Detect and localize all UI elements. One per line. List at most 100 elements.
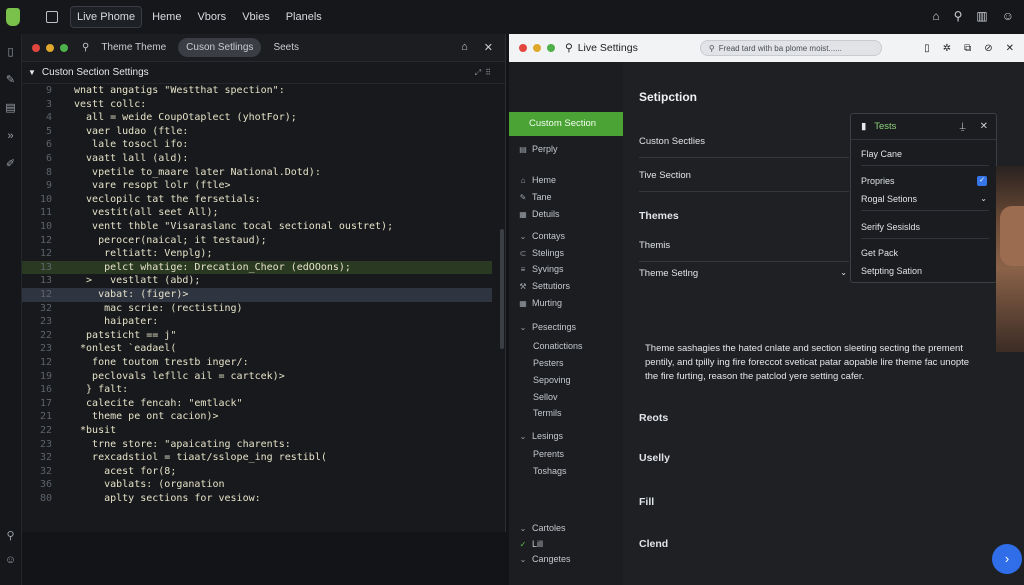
grid-icon[interactable]: ⠿ [485, 68, 495, 77]
code-line[interactable]: 19 peclovals lefllc ail = cartcek)> [22, 370, 492, 384]
code-line[interactable]: 23 *onlest `eadael( [22, 342, 492, 356]
chevron-down-icon[interactable]: ⌄ [840, 268, 847, 277]
sidebar-item[interactable]: Termils [533, 408, 562, 418]
sidebar-item[interactable]: ⌄ Lesings [519, 431, 563, 441]
top-tab-0[interactable]: Live Phome [70, 6, 143, 28]
store-icon[interactable]: ▤ [4, 102, 17, 115]
sidebar-item[interactable]: ≡ Syvings [519, 264, 564, 274]
close-dot-icon[interactable] [32, 43, 40, 52]
sidebar-item[interactable]: ✓ Lill [519, 539, 543, 549]
user-icon[interactable]: ☺ [1002, 9, 1014, 23]
sidebar-item[interactable]: ▦ Murting [519, 298, 562, 308]
top-tab-4[interactable]: Planels [280, 7, 328, 27]
code-line[interactable]: 32 rexcadstiol = tiaat/sslope_ing restib… [22, 451, 492, 465]
search-icon[interactable]: ⚲ [954, 9, 963, 23]
code-line[interactable]: 9 wnatt angatigs "Westthat spection": [22, 84, 492, 98]
code-line[interactable]: 10 veclopilc tat the fersetials: [22, 193, 492, 207]
code-line[interactable]: 4 all = weide CoupOtaplect (yhotFor); [22, 111, 492, 125]
sidebar-item[interactable]: Sepoving [533, 375, 571, 385]
code-line[interactable]: 9 vare resopt lolr (ftle> [22, 179, 492, 193]
code-line[interactable]: 21 theme pe ont cacion)> [22, 410, 492, 424]
sidebar-item[interactable]: Sellov [533, 392, 558, 402]
sidebar-item[interactable]: ⌂ Heme [519, 175, 556, 185]
code-line[interactable]: 13 pelct whatige: Drecation_Cheor (edOOo… [22, 260, 492, 275]
trash-icon[interactable]: ▥ [976, 9, 987, 23]
maximize-dot-icon[interactable] [60, 43, 68, 52]
sidebar-item-active[interactable]: Custom Section [509, 112, 623, 136]
code-line[interactable]: 5 vaer ludao (ftle: [22, 125, 492, 139]
code-line[interactable]: 13 > vestlatt (abd); [22, 274, 492, 288]
setting-row-3[interactable]: Themis [639, 240, 849, 262]
sidebar-item[interactable]: Conatictions [533, 341, 583, 351]
pin-icon[interactable]: ✎ [4, 74, 17, 87]
sidebar-item[interactable]: Toshags [533, 466, 567, 476]
popup-item-2[interactable]: Rogal Setions ⌄ [861, 194, 989, 211]
maximize-dot-icon[interactable] [547, 44, 555, 52]
sidebar-item[interactable]: ▤ Perply [519, 144, 557, 154]
code-line[interactable]: 23 trne store: "apaicating charents: [22, 438, 492, 452]
code-line[interactable]: 10 ventt thble "Visaraslanc tocal sectio… [22, 220, 492, 234]
code-line[interactable]: 80 aplty sections for vesiow: [22, 492, 492, 506]
link-icon[interactable]: ⊘ [984, 43, 992, 54]
setting-row-0[interactable]: Custon Sectlies [639, 136, 849, 158]
forward-icon[interactable]: » [4, 130, 17, 143]
search-icon[interactable]: ⚲ [82, 42, 89, 53]
pen-icon[interactable]: ✐ [4, 158, 17, 171]
lower-row-1[interactable]: Uselly [639, 452, 849, 464]
scrollbar[interactable] [500, 229, 504, 349]
copy-icon[interactable]: ⧉ [964, 43, 971, 54]
caret-down-icon[interactable]: ▼ [28, 68, 36, 77]
code-line[interactable]: 6 lale tosocl ifo: [22, 138, 492, 152]
expand-icon[interactable]: ⤢ [475, 68, 485, 77]
live-search-input[interactable]: ⚲ Fread tard with ba plome moist...... [699, 40, 882, 56]
lower-row-0[interactable]: Reots [639, 412, 849, 424]
top-tab-1[interactable]: Heme [146, 7, 187, 27]
code-line[interactable]: 3 vestt collc: [22, 98, 492, 112]
close-icon[interactable]: ✕ [1006, 43, 1014, 54]
files-icon[interactable]: ▯ [4, 46, 17, 59]
code-line[interactable]: 12 vabat: (figer)> [22, 288, 492, 302]
sidebar-item[interactable]: Perents [533, 449, 564, 459]
code-line[interactable]: 8 vpetile to_maare later National.Dotd): [22, 166, 492, 180]
code-line[interactable]: 6 vaatt lall (ald): [22, 152, 492, 166]
code-line[interactable]: 11 vestit(all seet All); [22, 206, 492, 220]
top-tab-3[interactable]: Vbies [236, 7, 276, 27]
chevron-down-icon[interactable]: ⌄ [980, 194, 987, 203]
code-line[interactable]: 12 fone toutom trestb inger/: [22, 356, 492, 370]
sidebar-item[interactable]: ⌄ Pesectings [519, 322, 576, 332]
account-icon[interactable]: ☺ [4, 554, 17, 567]
minimize-dot-icon[interactable] [46, 43, 54, 52]
code-line[interactable]: 32 mac scrie: (rectisting) [22, 302, 492, 316]
code-line[interactable]: 36 vablats: (organation [22, 478, 492, 492]
popup-item-3[interactable]: Serify Sesislds [861, 222, 989, 239]
sidebar-item[interactable]: ⊂ Stelings [519, 248, 564, 258]
popup-item-0[interactable]: Flay Cane [861, 149, 989, 166]
popup-item-4[interactable]: Get Pack [861, 248, 989, 258]
checkbox-checked-icon[interactable]: ✓ [977, 176, 987, 186]
sidebar-item[interactable]: Pesters [533, 358, 564, 368]
code-line[interactable]: 22 *busit [22, 424, 492, 438]
sidebar-item[interactable]: ⌄ Cartoles [519, 523, 566, 533]
next-arrow-button[interactable]: › [992, 544, 1022, 574]
top-tab-2[interactable]: Vbors [191, 7, 232, 27]
close-icon[interactable]: ✕ [980, 121, 988, 132]
code-editor[interactable]: 9 wnatt angatigs "Westthat spection": 3 ves… [22, 84, 492, 532]
search-icon[interactable]: ⚲ [4, 530, 17, 543]
gear-icon[interactable]: ✲ [943, 43, 951, 54]
close-dot-icon[interactable] [519, 44, 527, 52]
sidebar-item[interactable]: ▦ Detuils [519, 209, 559, 219]
sidebar-item[interactable]: ⌄ Contays [519, 231, 565, 241]
setting-row-1[interactable]: Tive Section [639, 170, 849, 192]
sidebar-item[interactable]: ✎ Tane [519, 192, 552, 202]
lock-icon[interactable]: ⌂ [461, 41, 468, 54]
close-icon[interactable]: ✕ [484, 41, 493, 54]
minimize-dot-icon[interactable] [533, 44, 541, 52]
section-header[interactable]: ▼ Custon Section Settings ⤢⠿ [22, 62, 505, 84]
setting-row-2[interactable]: Themes [639, 210, 849, 222]
code-line[interactable]: 16 } falt: [22, 383, 492, 397]
pin-icon[interactable]: ⍊ [960, 121, 966, 132]
sidebar-item[interactable]: ⚒ Settutiors [519, 281, 570, 291]
editor-tab-2[interactable]: Seets [265, 38, 307, 57]
setting-row-4[interactable]: Theme Setlng ⌄ [639, 268, 849, 279]
home-icon[interactable]: ⌂ [932, 9, 939, 23]
